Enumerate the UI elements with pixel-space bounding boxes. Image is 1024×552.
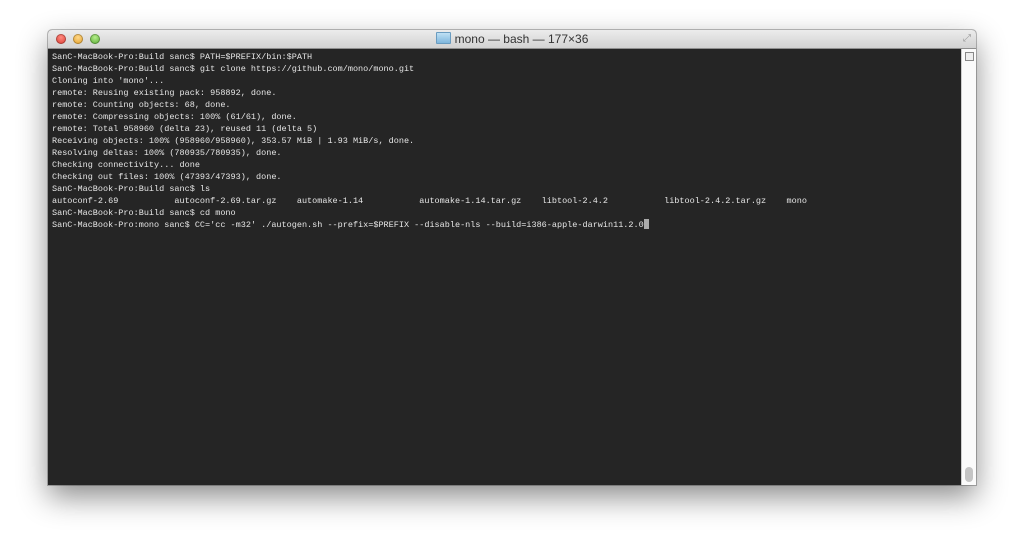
title-bar[interactable]: mono — bash — 177×36 ⤢ — [48, 30, 976, 49]
terminal-line: SanC-MacBook-Pro:Build sanc$ git clone h… — [52, 64, 415, 74]
window-title: mono — bash — 177×36 — [48, 32, 976, 46]
folder-icon — [435, 32, 451, 44]
terminal-line: autoconf-2.69 autoconf-2.69.tar.gz autom… — [52, 196, 807, 206]
terminal-line: Checking connectivity... done — [52, 160, 200, 170]
scrollbar-thumb[interactable] — [965, 467, 973, 482]
terminal-line: remote: Reusing existing pack: 958892, d… — [52, 88, 277, 98]
terminal-line: Checking out files: 100% (47393/47393), … — [52, 172, 282, 182]
terminal-line: Resolving deltas: 100% (780935/780935), … — [52, 148, 282, 158]
terminal-line: SanC-MacBook-Pro:Build sanc$ cd mono — [52, 208, 236, 218]
fullscreen-icon[interactable]: ⤢ — [963, 33, 971, 44]
terminal-line: remote: Total 958960 (delta 23), reused … — [52, 124, 318, 134]
terminal-current-line[interactable]: SanC-MacBook-Pro:mono sanc$ CC='cc -m32'… — [52, 219, 960, 231]
command-text: SanC-MacBook-Pro:mono sanc$ CC='cc -m32'… — [52, 220, 644, 230]
terminal-output[interactable]: SanC-MacBook-Pro:Build sanc$ PATH=$PREFI… — [52, 51, 960, 485]
terminal-line: Receiving objects: 100% (958960/958960),… — [52, 136, 415, 146]
scrollbar[interactable] — [961, 49, 976, 485]
terminal-line: SanC-MacBook-Pro:Build sanc$ ls — [52, 184, 211, 194]
split-pane-icon[interactable] — [965, 52, 974, 61]
terminal-line: Cloning into 'mono'... — [52, 76, 165, 86]
terminal-line: remote: Compressing objects: 100% (61/61… — [52, 112, 297, 122]
window-title-text: mono — bash — 177×36 — [454, 32, 589, 46]
terminal-line: SanC-MacBook-Pro:Build sanc$ PATH=$PREFI… — [52, 52, 313, 62]
text-cursor — [643, 219, 649, 229]
terminal-line: remote: Counting objects: 68, done. — [52, 100, 231, 110]
terminal-window: mono — bash — 177×36 ⤢ SanC-MacBook-Pro:… — [48, 30, 976, 485]
